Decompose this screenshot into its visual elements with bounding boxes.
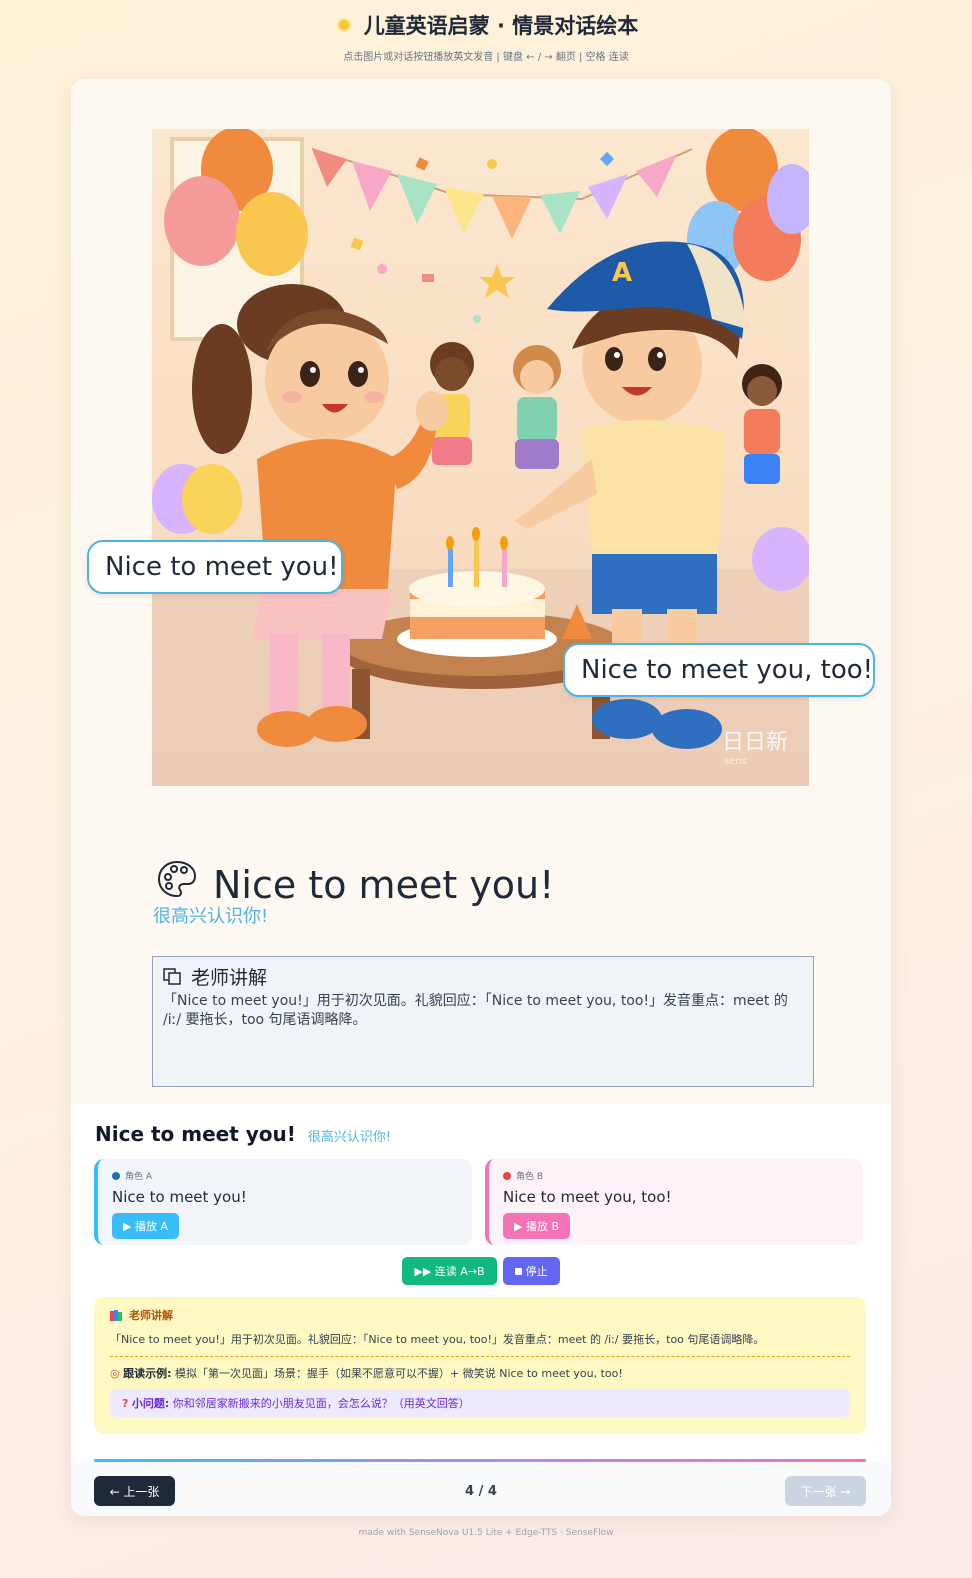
palette-icon [157, 860, 197, 898]
teacher-box-text: 「Nice to meet you!」用于初次见面。礼貌回应：「Nice to … [163, 993, 788, 1028]
sentence-chinese: 很高兴认识你! [153, 906, 269, 927]
next-page-button[interactable]: 下一张 → [785, 1476, 866, 1506]
question-label: 小问题: [131, 1397, 170, 1410]
follow-text: 模拟「第一次见面」场景：握手（如果不愿意可以不握）+ 微笑说 Nice to m… [175, 1367, 623, 1380]
page-title: 儿童英语启蒙 · 情景对话绘本 [334, 10, 639, 40]
role-b-card: 角色 B Nice to meet you, too! ▶ 播放 B [485, 1159, 863, 1245]
role-a-tag: 角色 A [125, 1172, 153, 1182]
role-a-card: 角色 A Nice to meet you! ▶ 播放 A [94, 1159, 472, 1245]
role-b-tag: 角色 B [516, 1172, 544, 1182]
sentence-heading: Nice to meet you! [157, 851, 554, 907]
playback-controls: ▶▶ 连读 A→B 停止 [71, 1257, 891, 1285]
chain-read-button[interactable]: ▶▶ 连读 A→B [402, 1257, 497, 1285]
follow-label: 跟读示例: [123, 1367, 172, 1380]
notes-text: 「Nice to meet you!」用于初次见面。礼貌回应：「Nice to … [110, 1333, 765, 1346]
page-indicator: 4 / 4 [465, 1484, 497, 1499]
stop-icon [514, 1267, 522, 1275]
storybook-card: A 日日新 sens Nice to meet you! Nice to mee… [71, 79, 891, 1516]
speech-bubble-a[interactable]: Nice to meet you! [87, 540, 343, 594]
target-icon: ◎ [110, 1367, 120, 1380]
navigation-bar: ← 上一张 4 / 4 下一张 → [71, 1462, 891, 1516]
stop-button-label: 停止 [525, 1265, 548, 1278]
panel-title: Nice to meet you! 很高兴认识你! [95, 1122, 391, 1146]
page-header: 儿童英语启蒙 · 情景对话绘本 点击图片或对话按钮播放英文发音 | 键盘 ← /… [0, 10, 972, 63]
notes-divider [110, 1356, 850, 1357]
question-icon: ? [122, 1397, 129, 1410]
notes-title: 老师讲解 [129, 1309, 173, 1322]
page-title-text: 儿童英语启蒙 · 情景对话绘本 [363, 14, 639, 38]
follow-example: ◎ 跟读示例: 模拟「第一次见面」场景：握手（如果不愿意可以不握）+ 微笑说 N… [110, 1365, 850, 1381]
sentence-english: Nice to meet you! [213, 863, 555, 907]
svg-text:sens: sens [724, 756, 747, 767]
question-text: 你和邻居家新搬来的小朋友见面，会怎么说？（用英文回答） [172, 1397, 470, 1410]
speech-bubble-b[interactable]: Nice to meet you, too! [563, 643, 875, 697]
stop-button[interactable]: 停止 [502, 1257, 560, 1285]
role-a-text: Nice to meet you! [112, 1188, 247, 1206]
panel-title-english: Nice to meet you! [95, 1122, 296, 1146]
slide-area: A 日日新 sens Nice to meet you! Nice to mee… [71, 79, 891, 1104]
footer-credit: made with SenseNova U1.5 Lite + Edge-TTS… [358, 1528, 614, 1538]
slides-icon [163, 967, 181, 985]
quiz-question: ? 小问题: 你和邻居家新搬来的小朋友见面，会怎么说？（用英文回答） [110, 1389, 850, 1417]
role-b-dot [503, 1171, 511, 1180]
teacher-box-title: 老师讲解 [191, 967, 268, 989]
usage-hint: 点击图片或对话按钮播放英文发音 | 键盘 ← / → 翻页 | 空格 连读 [343, 52, 629, 63]
play-a-button[interactable]: ▶ 播放 A [112, 1213, 179, 1239]
teacher-explanation-box: 老师讲解 「Nice to meet you!」用于初次见面。礼貌回应：「Nic… [152, 956, 814, 1087]
books-icon [110, 1309, 122, 1321]
watermark-text: 日日新 [722, 730, 788, 755]
svg-text:A: A [612, 258, 632, 288]
dialogue-panel: Nice to meet you! 很高兴认识你! 角色 A Nice to m… [71, 1104, 891, 1516]
panel-title-chinese: 很高兴认识你! [307, 1130, 392, 1145]
sun-icon [334, 15, 354, 35]
teacher-notes: 老师讲解 「Nice to meet you!」用于初次见面。礼貌回应：「Nic… [94, 1297, 866, 1434]
play-b-button[interactable]: ▶ 播放 B [503, 1213, 570, 1239]
role-a-dot [112, 1171, 120, 1180]
role-b-text: Nice to meet you, too! [503, 1188, 672, 1206]
